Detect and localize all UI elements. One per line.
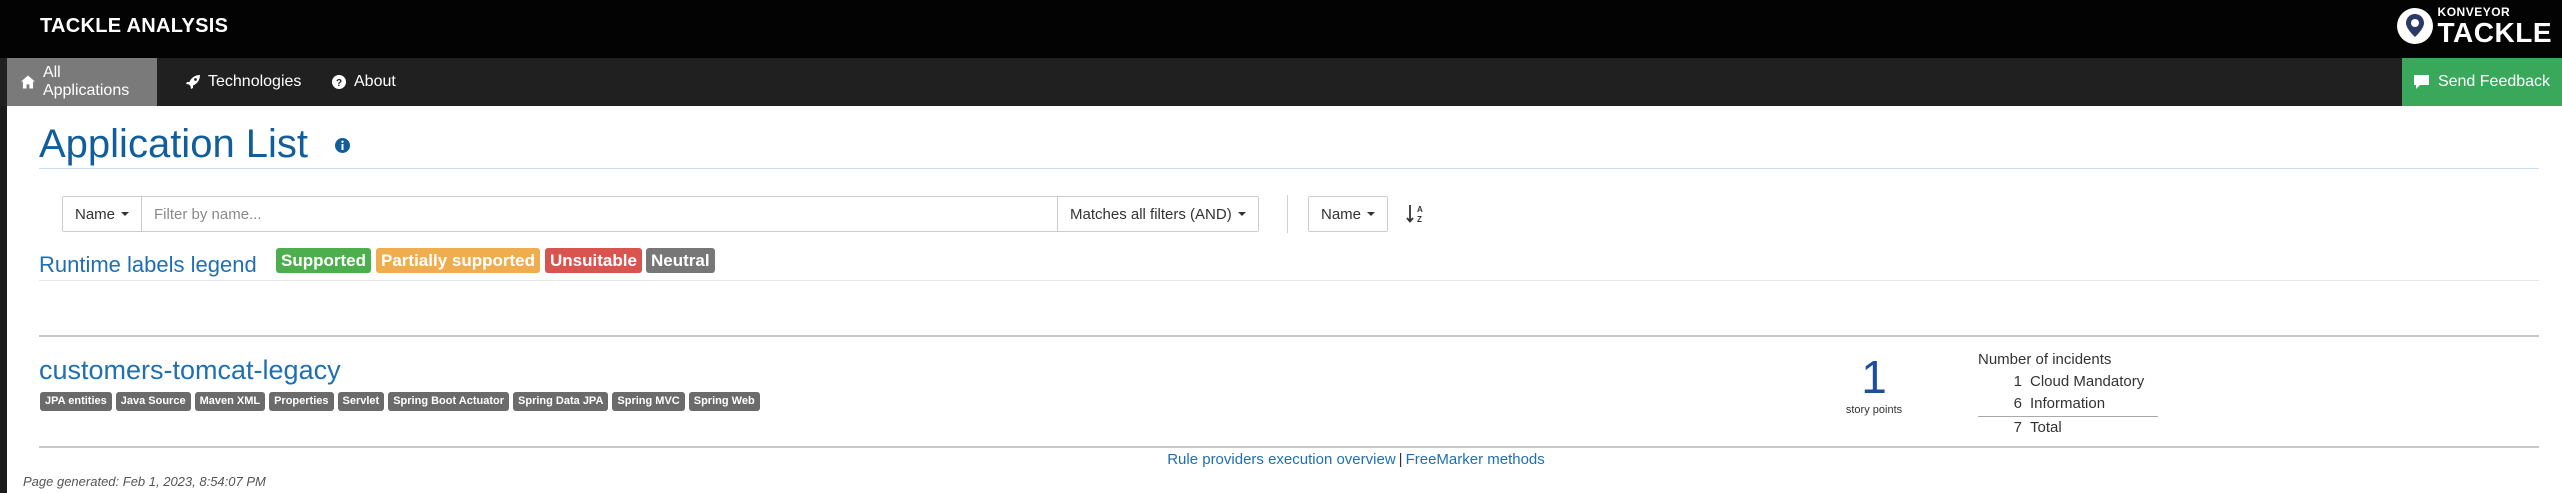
incident-label: Information bbox=[2030, 395, 2106, 412]
technology-tag: Spring Boot Actuator bbox=[388, 392, 510, 411]
badge-neutral: Neutral bbox=[646, 248, 715, 273]
technology-tag: Maven XML bbox=[194, 392, 266, 411]
toolbar-divider bbox=[1287, 195, 1288, 233]
badge-unsuitable: Unsuitable bbox=[545, 248, 642, 273]
footer-separator: | bbox=[1398, 451, 1403, 468]
incident-total-label: Total bbox=[2030, 419, 2062, 436]
nav-item-all-applications[interactable]: All Applications bbox=[7, 58, 157, 106]
technology-tag: Spring Web bbox=[688, 392, 760, 411]
technology-tag: JPA entities bbox=[40, 392, 112, 411]
send-feedback-label: Send Feedback bbox=[2437, 73, 2551, 90]
question-circle-icon: ? bbox=[332, 75, 346, 89]
info-icon[interactable] bbox=[335, 138, 350, 153]
incidents-summary: Number of incidents 1 Cloud Mandatory 6 … bbox=[1978, 349, 2158, 438]
story-points-value: 1 bbox=[1861, 351, 1887, 403]
brand-logo: KONVEYOR TACKLE bbox=[2396, 4, 2552, 48]
incidents-title: Number of incidents bbox=[1978, 351, 2112, 368]
heading-divider bbox=[39, 168, 2539, 169]
technology-tags: JPA entities Java Source Maven XML Prope… bbox=[40, 392, 760, 411]
nav-item-label: All Applications bbox=[42, 64, 130, 99]
divider bbox=[39, 446, 2539, 448]
app-title: TACKLE ANALYSIS bbox=[40, 15, 229, 37]
incident-count: 1 bbox=[2013, 373, 2022, 390]
send-feedback-button[interactable]: Send Feedback bbox=[2402, 58, 2562, 106]
caret-down-icon bbox=[121, 212, 130, 216]
divider bbox=[39, 335, 2539, 337]
filter-input[interactable] bbox=[142, 197, 1058, 231]
sort-alpha-asc-icon[interactable]: A Z bbox=[1406, 204, 1426, 224]
nav-item-technologies[interactable]: Technologies bbox=[172, 58, 315, 106]
technology-tag: Properties bbox=[269, 392, 334, 411]
brand-bottom-text: TACKLE bbox=[2437, 16, 2552, 48]
footer-links: Rule providers execution overview | FreeMa… bbox=[0, 451, 2562, 468]
filter-field-label: Name bbox=[75, 205, 116, 223]
konveyor-logo-icon bbox=[2396, 8, 2433, 44]
brand-top-text: KONVEYOR bbox=[2437, 4, 2511, 19]
incident-total-count: 7 bbox=[2013, 419, 2022, 436]
incident-total-row: 7 Total bbox=[1978, 416, 2158, 438]
top-header: TACKLE ANALYSIS KONVEYOR TACKLE bbox=[0, 0, 2562, 58]
match-mode-dropdown[interactable]: Matches all filters (AND) bbox=[1058, 197, 1258, 231]
sort-field-button[interactable]: Name bbox=[1309, 197, 1388, 231]
incident-count: 6 bbox=[2013, 395, 2022, 412]
technology-tag: Java Source bbox=[115, 392, 191, 411]
technology-tag: Servlet bbox=[337, 392, 385, 411]
rocket-icon bbox=[186, 75, 200, 89]
badge-supported: Supported bbox=[276, 248, 371, 273]
page-title: Application List bbox=[39, 122, 309, 166]
badge-partially-supported: Partially supported bbox=[376, 248, 540, 273]
caret-down-icon bbox=[1237, 212, 1246, 216]
freemarker-methods-link[interactable]: FreeMarker methods bbox=[1406, 451, 1545, 468]
technology-tag: Spring MVC bbox=[612, 392, 685, 411]
filter-field-dropdown[interactable]: Name bbox=[63, 197, 142, 231]
main-navbar: All Applications Technologies ? About bbox=[0, 58, 2562, 106]
incident-row: 1 Cloud Mandatory bbox=[1978, 371, 2158, 393]
sort-field-dropdown[interactable]: Name bbox=[1308, 196, 1389, 232]
comment-icon bbox=[2413, 75, 2429, 89]
svg-text:A: A bbox=[1417, 205, 1423, 214]
application-link[interactable]: customers-tomcat-legacy bbox=[39, 355, 341, 386]
nav-item-label: Technologies bbox=[208, 73, 302, 90]
story-points-label: story points bbox=[1845, 404, 1903, 416]
caret-down-icon bbox=[1367, 212, 1376, 216]
nav-item-label: About bbox=[354, 73, 396, 90]
technology-tag: Spring Data JPA bbox=[513, 392, 609, 411]
filter-toolbar: Name Matches all filters (AND) bbox=[62, 196, 1259, 232]
svg-text:?: ? bbox=[336, 78, 342, 89]
incident-label: Cloud Mandatory bbox=[2030, 373, 2145, 390]
runtime-labels-legend-title: Runtime labels legend bbox=[39, 252, 257, 277]
sort-field-label: Name bbox=[1321, 205, 1362, 223]
svg-text:Z: Z bbox=[1417, 215, 1422, 224]
story-points: 1 story points bbox=[1838, 352, 1910, 416]
rule-providers-link[interactable]: Rule providers execution overview bbox=[1167, 451, 1395, 468]
nav-item-about[interactable]: ? About bbox=[318, 58, 410, 106]
home-icon bbox=[21, 75, 35, 89]
incident-row: 6 Information bbox=[1978, 393, 2158, 415]
match-mode-label: Matches all filters (AND) bbox=[1070, 205, 1232, 223]
page-generated-timestamp: Page generated: Feb 1, 2023, 8:54:07 PM bbox=[23, 474, 266, 489]
divider bbox=[39, 280, 2539, 281]
